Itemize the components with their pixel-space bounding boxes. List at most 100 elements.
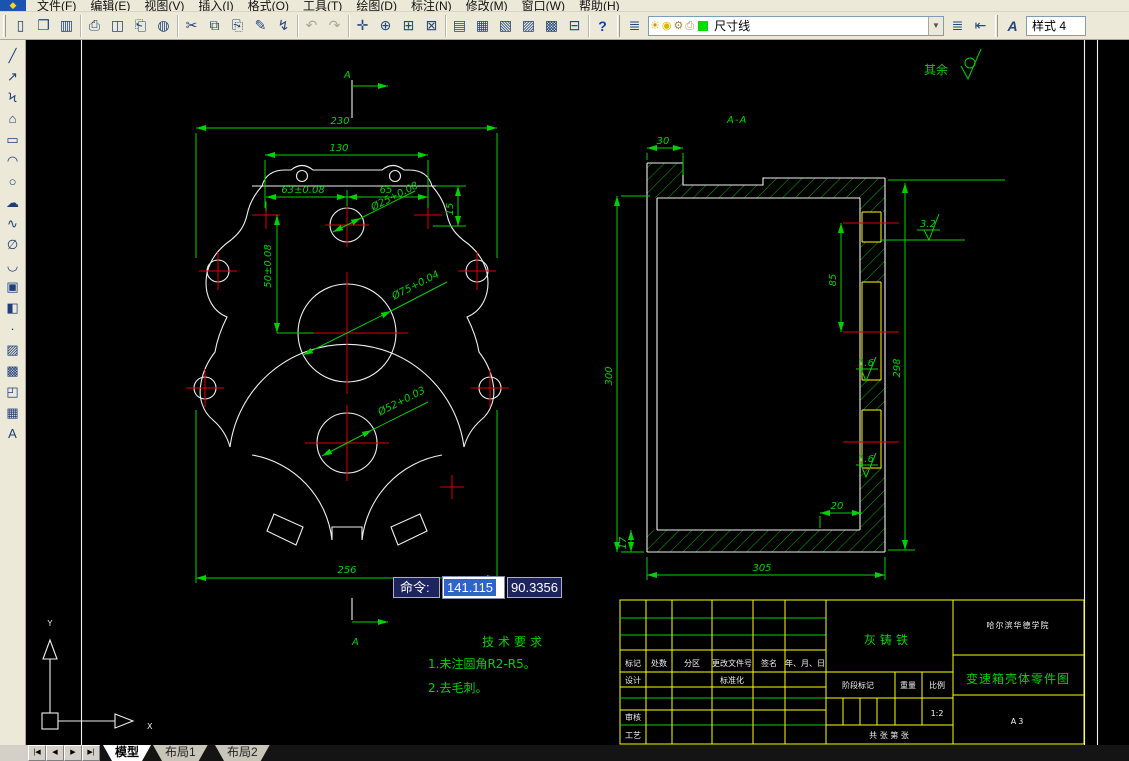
svg-text:签名: 签名 [761,658,777,668]
layer-color-swatch[interactable] [698,20,709,31]
draw-construction-line-button[interactable]: ↗ [2,66,24,87]
toolbar-match-properties-button[interactable]: ✎ [249,14,272,37]
toolbar-plot-preview-button[interactable]: ◫ [106,14,129,37]
draw-text-button[interactable]: A [2,423,24,444]
layer-dropdown-arrow-icon[interactable]: ▼ [928,16,943,35]
draw-hatch-button[interactable]: ▨ [2,339,24,360]
svg-text:1:2: 1:2 [931,709,944,718]
style-dropdown[interactable]: 样式 4 [1026,15,1086,36]
toolbar-open-button[interactable]: ❐ [32,14,55,37]
menu-edit[interactable]: 编辑(E) [83,0,137,11]
draw-table-button[interactable]: ▦ [2,402,24,423]
tab-layout1[interactable]: 布局1 [153,745,208,761]
draw-rectangle-button[interactable]: ▭ [2,129,24,150]
tab-nav-next-button[interactable]: ▶ [64,745,82,761]
svg-text:63±0.08: 63±0.08 [281,185,324,196]
toolbar-zoom-window-button[interactable]: ⊞ [397,14,420,37]
tab-nav-first-button[interactable]: |◀ [28,745,46,761]
toolbar-zoom-realtime-button[interactable]: ⊕ [374,14,397,37]
toolbar-new-button[interactable]: ▯ [9,14,32,37]
command-tooltip-label: 命令: [393,577,440,598]
svg-text:其余: 其余 [924,62,948,77]
text-style-manager-button[interactable]: A [1001,14,1024,37]
draw-line-button[interactable]: ╱ [2,45,24,66]
svg-text:300: 300 [604,366,615,385]
draw-circle-button[interactable]: ○ [2,171,24,192]
draw-arc-button[interactable]: ◠ [2,150,24,171]
menu-insert[interactable]: 插入(I) [191,0,240,11]
toolbar-help-button[interactable]: ? [591,14,614,37]
layer-lock-icon[interactable]: ⚙ [673,17,683,35]
menu-view[interactable]: 视图(V) [137,0,191,11]
svg-text:年、月、日: 年、月、日 [785,658,825,668]
toolbar-undo-button[interactable]: ↶ [300,14,323,37]
toolbar-paste-button[interactable]: ⎘ [226,14,249,37]
toolbar-publish-button[interactable]: ⎗ [129,14,152,37]
drawing-window-icon[interactable]: ◆ [0,0,26,11]
tab-nav-prev-button[interactable]: ◀ [46,745,64,761]
menu-format[interactable]: 格式(O) [241,0,296,11]
draw-gradient-button[interactable]: ▩ [2,360,24,381]
toolbar-markup-set-manager-button[interactable]: ▩ [540,14,563,37]
svg-text:A3: A3 [1011,717,1026,726]
toolbar-separator [588,14,589,37]
section-view: A-A 30 300 85 298 3.2 1.6 1.6 20 17 305 [604,115,1005,580]
toolbar-cut-button[interactable]: ✂ [180,14,203,37]
draw-ellipse-arc-button[interactable]: ◡ [2,255,24,276]
svg-text:15: 15 [445,203,456,216]
menu-dimension[interactable]: 标注(N) [404,0,459,11]
svg-text:设计: 设计 [625,675,641,685]
toolbar-designcenter-button[interactable]: ▦ [471,14,494,37]
toolbar-separator [297,14,298,37]
toolbar-zoom-previous-button[interactable]: ⊠ [420,14,443,37]
svg-text:30: 30 [657,136,670,147]
svg-text:技术要求: 技术要求 [482,635,546,649]
command-input-field[interactable]: 141.115 [442,576,505,599]
draw-ellipse-button[interactable]: ∅ [2,234,24,255]
layer-on-icon[interactable]: ☀ [650,17,660,35]
surface-finish-note: 其余 [924,48,982,81]
toolbar-properties-button[interactable]: ▤ [448,14,471,37]
toolbar-publish-dwf-button[interactable]: ◍ [152,14,175,37]
svg-text:比例: 比例 [929,680,945,690]
toolbar-plot-button[interactable]: ⎙ [83,14,106,37]
draw-polyline-button[interactable]: Ϟ [2,87,24,108]
make-object-layer-current-button[interactable]: ≣ [946,14,969,37]
draw-make-block-button[interactable]: ◧ [2,297,24,318]
toolbar-save-button[interactable]: ▥ [55,14,78,37]
toolbar-tool-palettes-button[interactable]: ▧ [494,14,517,37]
menu-modify[interactable]: 修改(M) [459,0,515,11]
menu-file[interactable]: 文件(F) [30,0,83,11]
canvas[interactable]: 其余 230 130 63±0.08 65 15 50±0.08 256 Ø75… [26,40,1129,745]
layer-freeze-icon[interactable]: ◉ [662,17,672,35]
centerlines [186,201,509,499]
layers-manager-button[interactable]: ≣ [623,14,646,37]
menu-draw[interactable]: 绘图(D) [349,0,404,11]
layer-plot-icon[interactable]: ⎙ [685,17,694,35]
draw-polygon-button[interactable]: ⌂ [2,108,24,129]
tech-requirements: 技术要求 1.未注圆角R2-R5。 2.去毛刺。 [428,635,546,695]
toolbar-pan-button[interactable]: ✛ [351,14,374,37]
draw-region-button[interactable]: ◰ [2,381,24,402]
draw-revision-cloud-button[interactable]: ☁ [2,192,24,213]
paper-frame [80,40,1099,745]
title-block: 标记 处数 分区 更改文件号 签名 年、月、日 设计 标准化 审核 工艺 阶段标… [619,599,1085,745]
toolbar-block-editor-button[interactable]: ↯ [272,14,295,37]
tab-nav-last-button[interactable]: ▶| [82,745,100,761]
svg-text:256: 256 [337,565,356,576]
toolbar-sheet-set-manager-button[interactable]: ▨ [517,14,540,37]
toolbar-quickcalc-button[interactable]: ⊟ [563,14,586,37]
menu-bar: ◆ 文件(F) 编辑(E) 视图(V) 插入(I) 格式(O) 工具(T) 绘图(D) 标注(… [0,0,1129,12]
draw-insert-block-button[interactable]: ▣ [2,276,24,297]
tab-model[interactable]: 模型 [103,745,151,761]
toolbar-copy-button[interactable]: ⧉ [203,14,226,37]
draw-spline-button[interactable]: ∿ [2,213,24,234]
tab-layout2[interactable]: 布局2 [215,745,270,761]
menu-window[interactable]: 窗口(W) [515,0,572,11]
toolbar-redo-button[interactable]: ↷ [323,14,346,37]
draw-point-button[interactable]: · [2,318,24,339]
menu-tools[interactable]: 工具(T) [296,0,349,11]
menu-help[interactable]: 帮助(H) [572,0,627,11]
layer-dropdown[interactable]: ☀ ◉ ⚙ ⎙ 尺寸线 ▼ [648,15,944,36]
layer-previous-button[interactable]: ⇤ [969,14,992,37]
